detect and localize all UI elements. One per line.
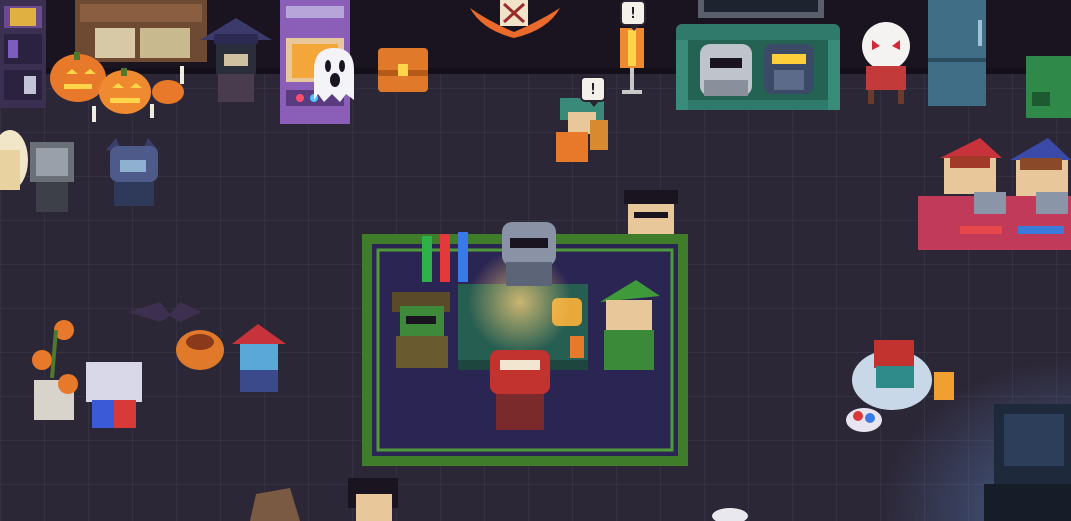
orange-chest[interactable] [378, 48, 428, 92]
oni-player[interactable] [490, 350, 550, 430]
wall-tv [698, 0, 824, 18]
knight-npc-on-couch[interactable] [700, 44, 752, 96]
alert-bubble-mailbox: ! [580, 76, 606, 107]
green-locker [1026, 56, 1071, 118]
ghost-npc[interactable] [314, 48, 354, 102]
robot-npc-on-couch[interactable] [764, 44, 814, 94]
teal-fridge [928, 0, 986, 106]
orange-pot [176, 330, 224, 370]
goblin-player[interactable] [392, 292, 450, 368]
wooden-counter [75, 0, 207, 62]
left-shelf [0, 0, 46, 108]
computer-desk[interactable] [918, 192, 1071, 250]
knight-game-master[interactable] [502, 222, 556, 286]
blue-red-knight-npc[interactable] [86, 362, 142, 428]
alert-bubble-npc-top: ! [620, 0, 646, 31]
crt-tv[interactable] [984, 404, 1071, 521]
robot-statue [30, 142, 74, 212]
game-scene [0, 0, 1071, 521]
snack-plate [846, 408, 882, 432]
